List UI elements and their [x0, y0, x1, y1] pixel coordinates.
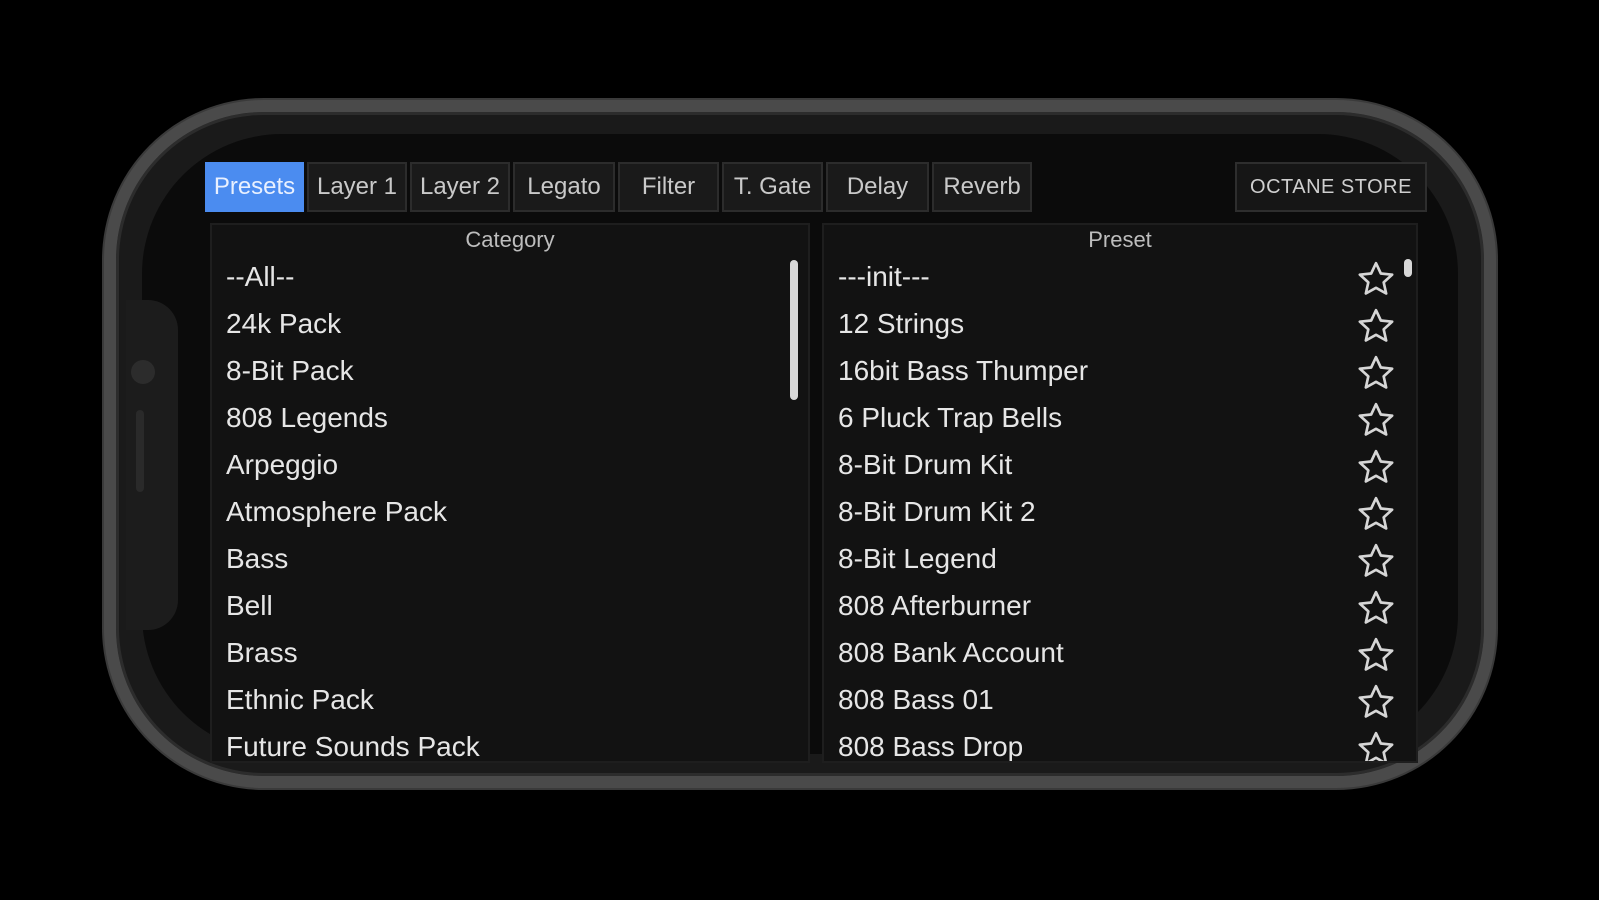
star-outline-icon[interactable] — [1356, 588, 1396, 628]
category-list[interactable]: --All-- 24k Pack 8-Bit Pack 808 Legends … — [212, 253, 808, 762]
preset-item[interactable]: ---init--- — [824, 253, 1416, 300]
tab-layer-1[interactable]: Layer 1 — [307, 162, 407, 212]
star-outline-icon[interactable] — [1356, 541, 1396, 581]
star-outline-icon[interactable] — [1356, 400, 1396, 440]
category-scrollbar[interactable] — [790, 260, 798, 400]
category-item[interactable]: 808 Legends — [212, 394, 808, 441]
tab-bar: Presets Layer 1 Layer 2 Legato Filter T.… — [205, 162, 1032, 212]
category-item[interactable]: Atmosphere Pack — [212, 488, 808, 535]
star-outline-icon[interactable] — [1356, 635, 1396, 675]
star-outline-icon[interactable] — [1356, 353, 1396, 393]
preset-item[interactable]: 808 Afterburner — [824, 582, 1416, 629]
star-outline-icon[interactable] — [1356, 259, 1396, 299]
category-item[interactable]: --All-- — [212, 253, 808, 300]
preset-name: 808 Bank Account — [838, 636, 1064, 668]
phone-notch — [126, 300, 178, 630]
preset-scrollbar[interactable] — [1404, 259, 1412, 277]
category-item[interactable]: Future Sounds Pack — [212, 723, 808, 762]
preset-name: 6 Pluck Trap Bells — [838, 401, 1063, 433]
tab-layer-2[interactable]: Layer 2 — [410, 162, 510, 212]
category-panel: Category --All-- 24k Pack 8-Bit Pack 808… — [210, 223, 810, 763]
preset-item[interactable]: 6 Pluck Trap Bells — [824, 394, 1416, 441]
preset-item[interactable]: 808 Bass 01 — [824, 676, 1416, 723]
tab-filter[interactable]: Filter — [618, 162, 719, 212]
tab-reverb[interactable]: Reverb — [932, 162, 1032, 212]
category-item[interactable]: Bell — [212, 582, 808, 629]
preset-item[interactable]: 16bit Bass Thumper — [824, 347, 1416, 394]
preset-item[interactable]: 8-Bit Legend — [824, 535, 1416, 582]
category-item[interactable]: Ethnic Pack — [212, 676, 808, 723]
preset-item[interactable]: 808 Bank Account — [824, 629, 1416, 676]
category-item[interactable]: Arpeggio — [212, 441, 808, 488]
preset-item[interactable]: 12 Strings — [824, 300, 1416, 347]
preset-name: 8-Bit Legend — [838, 542, 997, 574]
preset-name: 808 Bass 01 — [838, 683, 994, 715]
tab-legato[interactable]: Legato — [513, 162, 615, 212]
tab-delay[interactable]: Delay — [826, 162, 929, 212]
preset-name: 808 Bass Drop — [838, 730, 1024, 762]
preset-name: 12 Strings — [838, 307, 965, 339]
category-item[interactable]: Bass — [212, 535, 808, 582]
preset-name: 808 Afterburner — [838, 589, 1032, 621]
octane-store-button[interactable]: OCTANE STORE — [1235, 162, 1427, 212]
star-outline-icon[interactable] — [1356, 729, 1396, 763]
category-item[interactable]: Brass — [212, 629, 808, 676]
star-outline-icon[interactable] — [1356, 447, 1396, 487]
preset-name: 8-Bit Drum Kit — [838, 448, 1013, 480]
star-outline-icon[interactable] — [1356, 682, 1396, 722]
speaker-icon — [136, 410, 144, 492]
preset-item[interactable]: 8-Bit Drum Kit — [824, 441, 1416, 488]
preset-name: ---init--- — [838, 260, 930, 292]
star-outline-icon[interactable] — [1356, 494, 1396, 534]
tab-t-gate[interactable]: T. Gate — [722, 162, 823, 212]
preset-item[interactable]: 808 Bass Drop — [824, 723, 1416, 763]
tab-presets[interactable]: Presets — [205, 162, 304, 212]
preset-name: 8-Bit Drum Kit 2 — [838, 495, 1036, 527]
preset-name: 16bit Bass Thumper — [838, 354, 1089, 386]
camera-icon — [131, 360, 155, 384]
category-item[interactable]: 24k Pack — [212, 300, 808, 347]
preset-item[interactable]: 8-Bit Drum Kit 2 — [824, 488, 1416, 535]
star-outline-icon[interactable] — [1356, 306, 1396, 346]
preset-list[interactable]: ---init--- 12 Strings 16bit Bass Thumper… — [824, 253, 1416, 763]
preset-panel: Preset ---init--- 12 Strings 16bit Bass … — [822, 223, 1418, 763]
category-item[interactable]: 8-Bit Pack — [212, 347, 808, 394]
